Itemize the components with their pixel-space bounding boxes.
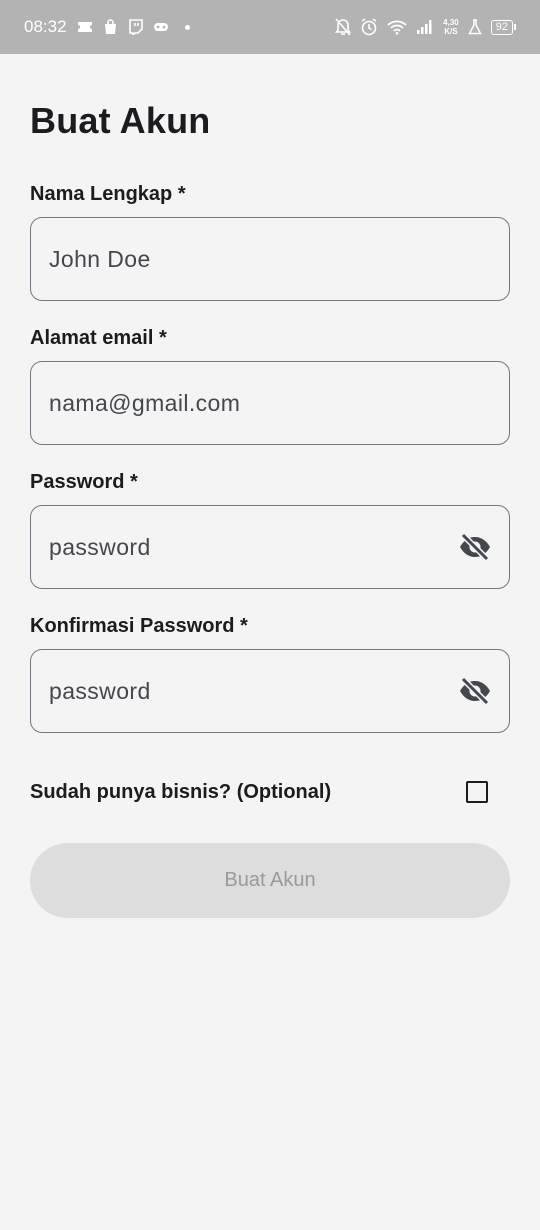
email-label: Alamat email * [30,327,167,349]
wifi-icon [387,20,407,35]
cellular-signal-icon [416,19,434,35]
shopping-bag-icon [103,19,118,35]
status-bar: 08:32 4,30 K/S 92 [0,0,540,54]
password-input[interactable] [49,533,457,561]
business-option-row: Sudah punya bisnis? (Optional) [30,770,510,814]
email-input[interactable] [49,389,491,417]
page-title: Buat Akun [30,100,211,141]
more-notifications-dot [184,24,190,30]
create-account-button[interactable]: Buat Akun [30,843,510,918]
notification-ticket-icon [77,21,93,33]
alarm-icon [360,18,378,36]
gamepad-icon [153,21,169,33]
confirm-password-label: Konfirmasi Password * [30,615,248,637]
notifications-off-icon [335,18,352,36]
status-bar-left: 08:32 [24,17,190,37]
business-checkbox[interactable] [466,781,488,803]
status-bar-right: 4,30 K/S 92 [335,18,516,36]
email-field[interactable] [30,361,510,445]
password-label: Password * [30,471,138,493]
twitch-icon [128,19,143,35]
confirm-password-field[interactable] [30,649,510,733]
status-time: 08:32 [24,17,67,36]
eye-off-icon[interactable] [457,673,493,709]
eye-off-icon[interactable] [457,529,493,565]
network-speed: 4,30 K/S [443,18,459,36]
full-name-input[interactable] [49,245,491,273]
battery-icon: 92 [490,19,516,35]
confirm-password-input[interactable] [49,677,457,705]
lab-flask-icon [468,19,482,35]
full-name-label: Nama Lengkap * [30,183,186,205]
business-label: Sudah punya bisnis? (Optional) [30,780,332,803]
password-field[interactable] [30,505,510,589]
network-speed-unit: K/S [444,27,458,36]
battery-tip [514,24,516,30]
full-name-field[interactable] [30,217,510,301]
network-speed-value: 4,30 [443,18,459,27]
battery-level: 92 [490,19,513,35]
